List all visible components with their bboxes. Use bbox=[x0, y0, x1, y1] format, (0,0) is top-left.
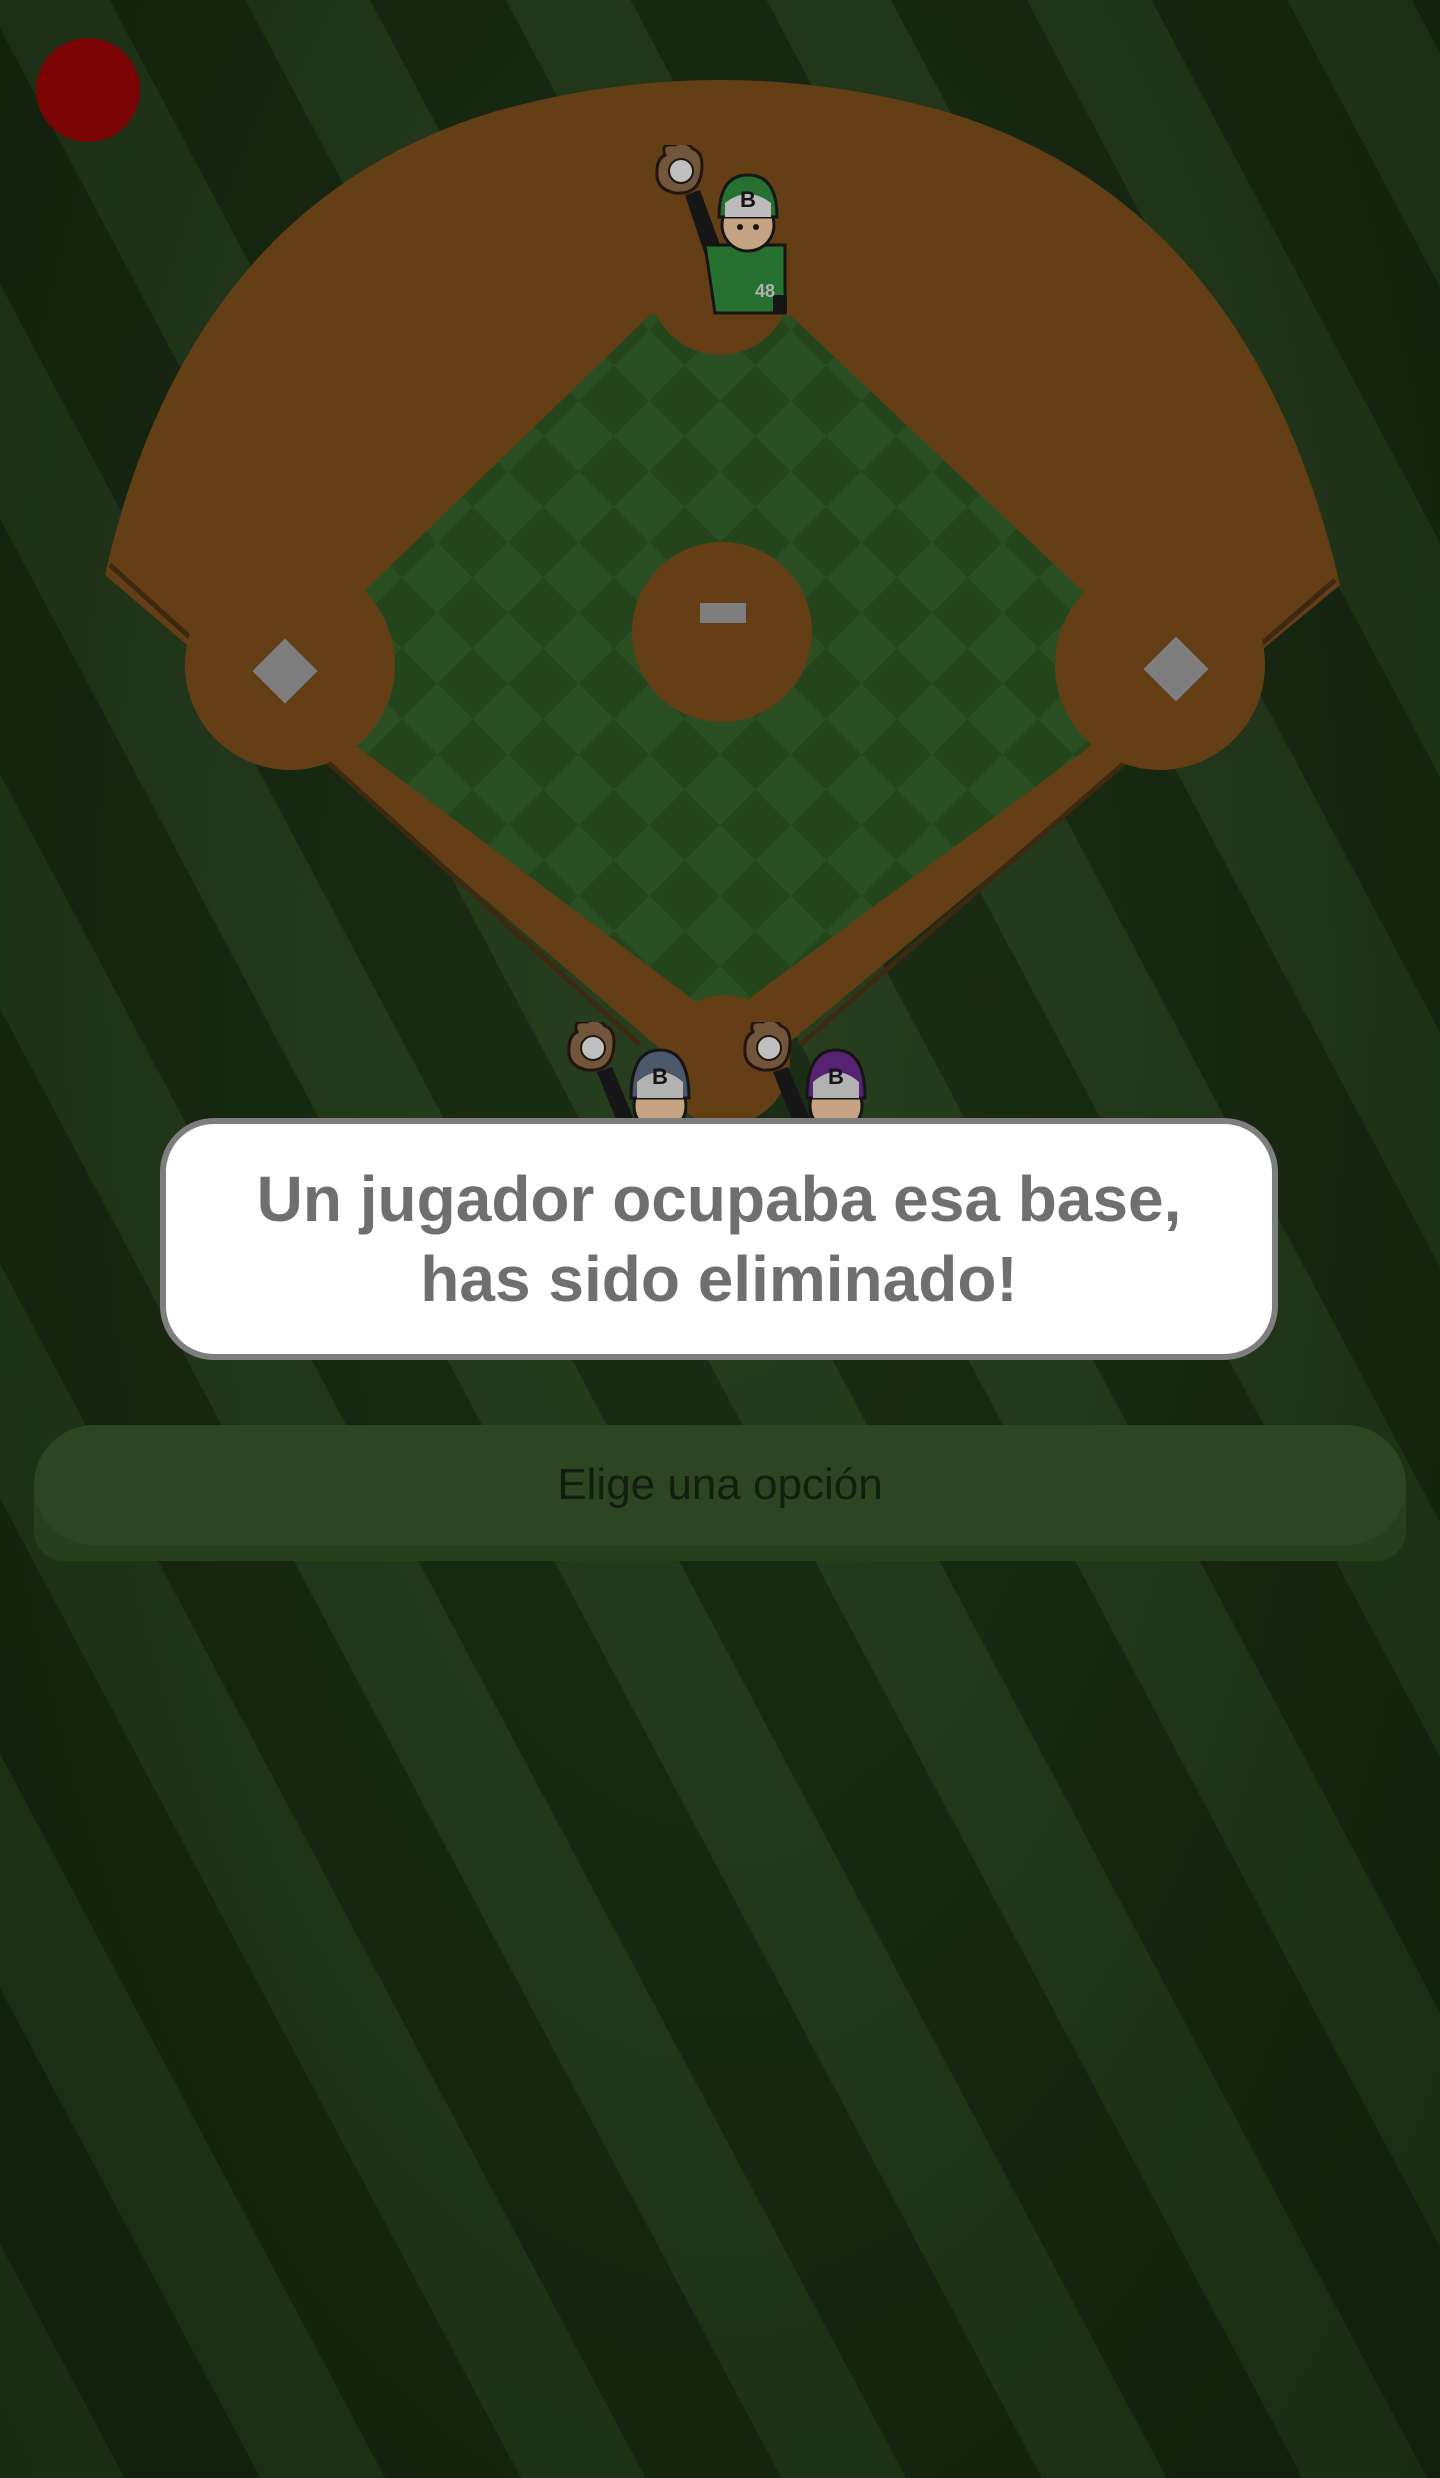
choose-option-label: Elige una opción bbox=[557, 1460, 883, 1509]
menu-button[interactable] bbox=[36, 38, 140, 142]
dialog-message: Un jugador ocupaba esa base, has sido el… bbox=[229, 1159, 1209, 1319]
cap-letter: B bbox=[740, 187, 756, 212]
cap-letter: B bbox=[828, 1064, 844, 1089]
pitcher-mound bbox=[632, 542, 812, 722]
pitcher-rubber bbox=[700, 603, 746, 623]
catcher-right-player-icon: B bbox=[743, 1022, 867, 1122]
eliminated-dialog: Un jugador ocupaba esa base, has sido el… bbox=[160, 1118, 1278, 1360]
dialog-message-line2: has sido eliminado! bbox=[420, 1243, 1018, 1315]
jersey-number: 48 bbox=[755, 281, 775, 301]
cap-letter: B bbox=[652, 1064, 668, 1089]
fielder-player-icon: 48 B bbox=[655, 145, 787, 315]
choose-option-button-face[interactable]: Elige una opción bbox=[34, 1425, 1406, 1545]
catcher-left-player-icon: B bbox=[567, 1022, 691, 1122]
choose-option-button[interactable]: Elige una opción bbox=[34, 1425, 1406, 1561]
dialog-message-line1: Un jugador ocupaba esa base, bbox=[256, 1163, 1182, 1235]
